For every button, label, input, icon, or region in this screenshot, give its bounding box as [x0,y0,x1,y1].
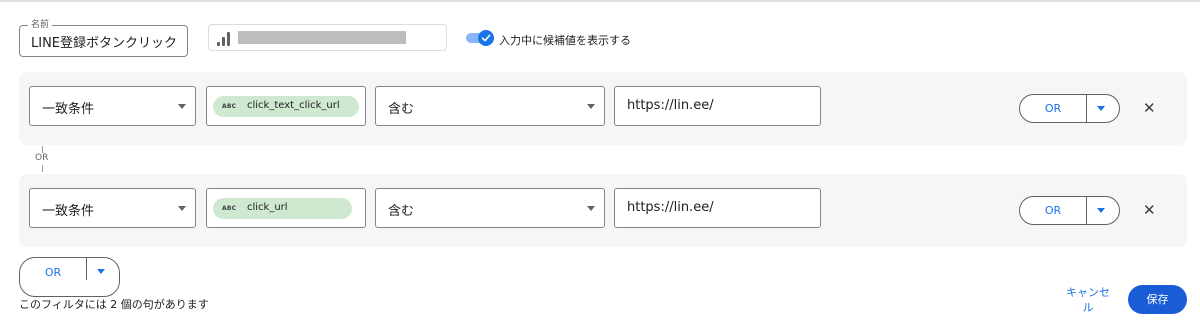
save-button[interactable]: 保存 [1128,285,1187,314]
close-icon[interactable]: ✕ [1143,100,1156,116]
or-split-button[interactable]: OR [1019,94,1120,123]
dropdown-arrow-icon[interactable] [1097,106,1105,111]
match-type-value: 一致条件 [42,204,95,219]
cancel-button[interactable]: キャンセ ル [1058,285,1118,315]
or-button-label[interactable]: OR [1020,197,1086,224]
split-divider [1086,197,1087,224]
value-text: https://lin.ee/ [627,200,714,215]
split-divider [1086,95,1087,122]
clause-count-summary: このフィルタには 2 個の句があります [19,298,209,311]
or-split-button[interactable]: OR [1019,196,1120,225]
filter-name-field[interactable]: 名前 LINE登録ボタンクリック [19,19,188,57]
variable-select[interactable]: ABC click_text_click_url [206,86,366,126]
suggestions-toggle[interactable] [466,30,496,46]
suggestions-toggle-label: 入力中に候補値を表示する [499,34,631,47]
dropdown-arrow-icon [178,206,186,211]
signal-bars-icon [217,30,233,46]
variable-chip[interactable]: ABC click_text_click_url [213,96,359,117]
text-type-icon: ABC [222,103,237,110]
variable-select[interactable]: ABC click_url [206,188,366,228]
dropdown-arrow-icon [587,206,595,211]
redacted-source-name [238,31,406,44]
value-input[interactable]: https://lin.ee/ [614,86,821,126]
or-connector-label: OR [35,153,49,163]
toggle-knob [478,30,494,46]
dropdown-arrow-icon [587,104,595,109]
data-source-selector[interactable] [208,24,447,51]
dropdown-arrow-icon[interactable] [1097,208,1105,213]
operator-select[interactable]: 含む [375,86,605,126]
operator-value: 含む [388,102,415,117]
dropdown-arrow-icon[interactable] [97,269,105,274]
filter-name-value[interactable]: LINE登録ボタンクリック [31,32,177,51]
operator-select[interactable]: 含む [375,188,605,228]
top-divider [0,0,1200,2]
match-type-select[interactable]: 一致条件 [29,188,196,228]
or-button-label[interactable]: OR [20,258,86,287]
condition-row: 一致条件 ABC click_text_click_url 含む https:/… [19,72,1187,145]
condition-row: 一致条件 ABC click_url 含む https://lin.ee/ OR… [19,174,1187,247]
match-type-value: 一致条件 [42,102,95,117]
variable-chip[interactable]: ABC click_url [213,198,352,219]
variable-name: click_text_click_url [247,100,340,111]
connector-line [42,146,43,153]
value-text: https://lin.ee/ [627,98,714,113]
connector-line [42,165,43,172]
split-divider [86,258,87,280]
cancel-label-line2: ル [1082,301,1094,314]
check-icon [481,34,491,42]
name-field-legend: 名前 [28,19,53,31]
value-input[interactable]: https://lin.ee/ [614,188,821,228]
variable-name: click_url [247,202,288,213]
add-or-split-button[interactable]: OR [19,257,120,297]
cancel-label-line1: キャンセ [1066,286,1110,299]
text-type-icon: ABC [222,205,237,212]
dropdown-arrow-icon [178,104,186,109]
operator-value: 含む [388,204,415,219]
match-type-select[interactable]: 一致条件 [29,86,196,126]
close-icon[interactable]: ✕ [1143,202,1156,218]
or-button-label[interactable]: OR [1020,95,1086,122]
